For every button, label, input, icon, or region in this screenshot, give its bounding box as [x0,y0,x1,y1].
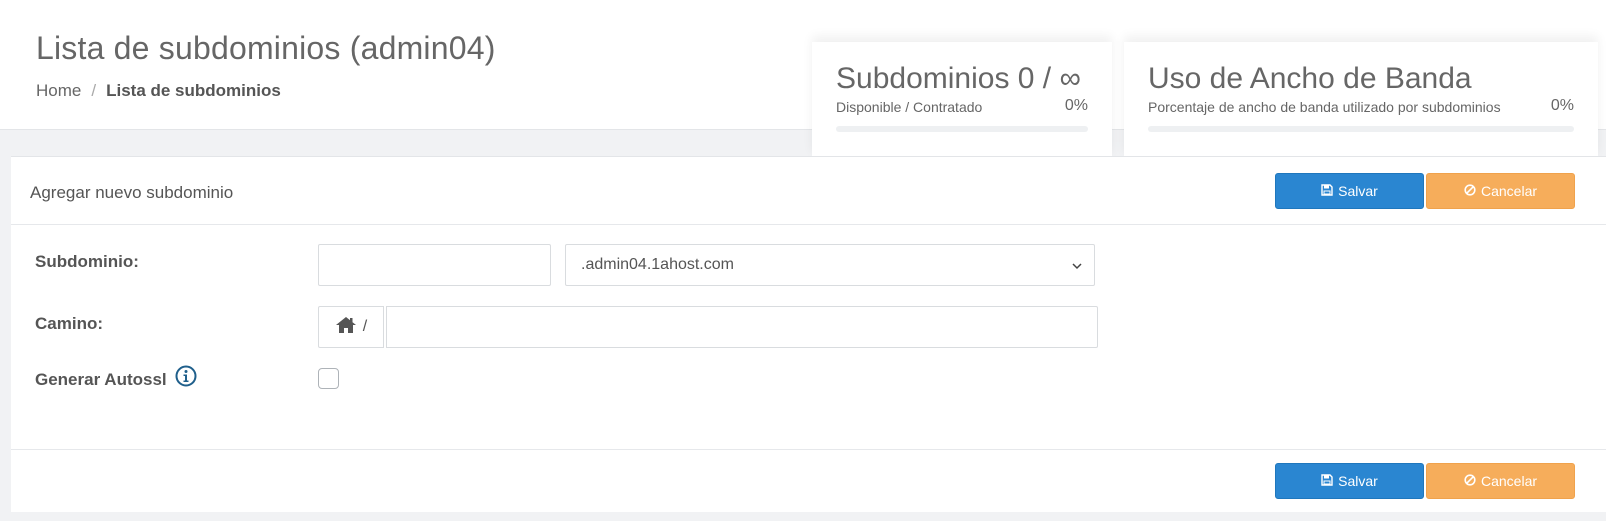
bandwidth-stat-card: Uso de Ancho de Banda Porcentaje de anch… [1124,42,1598,158]
breadcrumb-current: Lista de subdominios [106,81,281,100]
panel-header: Agregar nuevo subdominio Salvar Cancelar [11,157,1606,225]
autossl-label-text: Generar Autossl [35,369,167,389]
add-subdomain-panel: Agregar nuevo subdominio Salvar Cancelar… [11,156,1606,512]
domain-select-value: .admin04.1ahost.com [581,256,734,273]
subdomains-stat-card: Subdominios 0 / ∞ Disponible / Contratad… [812,42,1112,158]
bandwidth-stat-subtitle: Porcentaje de ancho de banda utilizado p… [1148,99,1501,115]
panel-title: Agregar nuevo subdominio [30,183,234,202]
path-prefix-addon: / [318,306,384,348]
subdomains-stat-title: Subdominios 0 / ∞ [836,62,1081,95]
bandwidth-stat-title: Uso de Ancho de Banda [1148,62,1472,95]
ban-icon [1464,184,1476,198]
floppy-disk-icon [1321,474,1333,488]
path-input[interactable] [386,306,1098,348]
bandwidth-stat-percent: 0% [1550,97,1574,114]
bandwidth-progress-bar [1148,126,1574,132]
cancel-button-label: Cancelar [1480,183,1538,199]
breadcrumb-home-link[interactable]: Home [36,81,81,100]
footer-save-button-label: Salvar [1338,473,1378,489]
domain-select[interactable]: .admin04.1ahost.com [565,244,1095,286]
breadcrumb-separator: / [91,81,97,100]
subdomains-stat-percent: 0% [1064,97,1088,114]
save-button[interactable]: Salvar [1275,173,1424,209]
save-button-label: Salvar [1338,183,1378,199]
panel-footer: Salvar Cancelar [11,449,1606,513]
path-label: Camino: [35,314,103,333]
page-title: Lista de subdominios (admin04) [36,30,496,66]
footer-cancel-button-label: Cancelar [1480,473,1538,489]
cancel-button[interactable]: Cancelar [1426,173,1575,209]
footer-save-button[interactable]: Salvar [1275,463,1424,499]
subdomains-progress-bar [836,126,1088,132]
autossl-checkbox[interactable] [318,368,339,389]
subdomain-input[interactable] [318,244,551,286]
floppy-disk-icon [1321,184,1333,198]
chevron-down-icon [1072,258,1082,270]
home-icon [335,316,357,339]
ban-icon [1464,474,1476,488]
footer-cancel-button[interactable]: Cancelar [1426,463,1575,499]
subdomain-label: Subdominio: [35,252,139,271]
breadcrumb: Home / Lista de subdominios [36,81,281,101]
path-prefix-slash: / [362,318,368,335]
info-circle-icon[interactable] [175,365,197,392]
autossl-label: Generar Autossl [35,365,197,394]
subdomains-stat-subtitle: Disponible / Contratado [836,99,983,115]
